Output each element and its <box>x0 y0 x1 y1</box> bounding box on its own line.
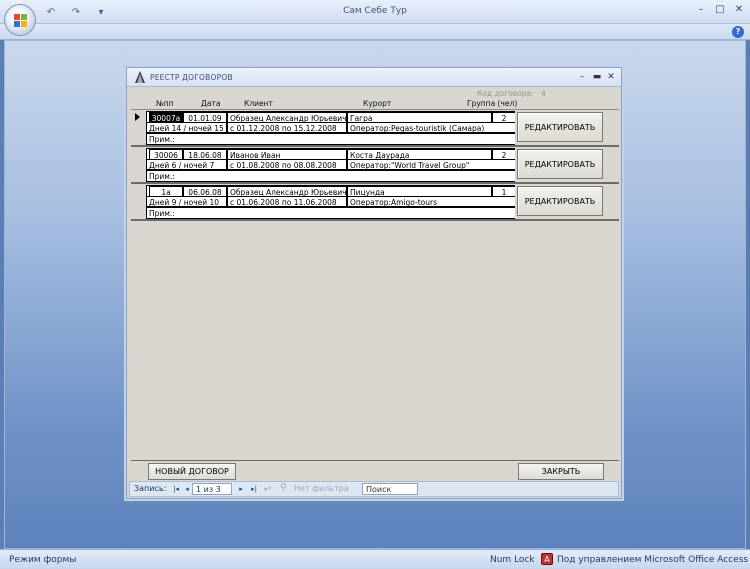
record-note-field[interactable]: Прим.: <box>146 170 515 181</box>
record-selector[interactable] <box>131 184 145 219</box>
current-record-arrow-icon <box>135 113 140 121</box>
column-header-num: №пп <box>156 99 174 108</box>
record-duration-field[interactable]: Дней 6 / ночей 7 <box>146 159 227 170</box>
status-access: Под управлением Microsoft Office Access <box>557 555 749 565</box>
filter-icon: ⚲ <box>280 483 287 493</box>
new-record-button[interactable]: ▸* <box>263 484 273 495</box>
app-maximize-button[interactable]: □ <box>713 3 727 17</box>
form-titlebar: РЕЕСТР ДОГОВОРОВ – ▬ ✕ <box>127 68 621 87</box>
ribbon-strip: ? <box>0 24 750 40</box>
record-period-field[interactable]: с 01.08.2008 по 08.08.2008 <box>227 159 347 170</box>
record-operator-field[interactable]: Оператор:Amigo-tours <box>347 196 515 207</box>
contracts-registry-form: РЕЕСТР ДОГОВОРОВ – ▬ ✕ Код договора: 4 №… <box>126 67 622 499</box>
record-duration-field[interactable]: Дней 14 / ночей 15 <box>146 122 227 133</box>
column-header-resort: Курорт <box>363 99 392 108</box>
records-list: 30007а 01.01.09 Образец Александр Юрьеви… <box>131 109 619 460</box>
access-icon: A <box>541 553 553 565</box>
record-details: 30006 18.06.08 Иванов Иван Коста Даурада… <box>146 148 515 182</box>
record-details: 30007а 01.01.09 Образец Александр Юрьеви… <box>146 111 515 145</box>
status-bar: Режим формы Num Lock A Под управлением M… <box>0 549 750 569</box>
record-period-field[interactable]: с 01.12.2008 по 15.12.2008 <box>227 122 347 133</box>
form-footer: НОВЫЙ ДОГОВОР ЗАКРЫТЬ <box>131 460 619 480</box>
record-selector[interactable] <box>131 147 145 182</box>
contract-code-value: 4 <box>541 89 546 98</box>
close-form-button[interactable]: ЗАКРЫТЬ <box>518 463 604 480</box>
record-row: 30006 18.06.08 Иванов Иван Коста Даурада… <box>131 147 619 184</box>
form-maximize-button[interactable]: ▬ <box>592 71 602 83</box>
filter-toggle[interactable]: Нет фильтра <box>294 484 349 493</box>
app-close-button[interactable]: ✕ <box>732 3 746 17</box>
next-record-button[interactable]: ▸ <box>236 484 246 495</box>
record-note-field[interactable]: Прим.: <box>146 133 515 144</box>
record-operator-field[interactable]: Оператор:"World Travel Group" <box>347 159 515 170</box>
current-record-field[interactable]: 1 из 3 <box>192 483 232 495</box>
app-minimize-button[interactable]: – <box>694 3 708 17</box>
first-record-button[interactable]: |◂ <box>171 484 181 495</box>
record-operator-field[interactable]: Оператор:Pegas-touristik (Самара) <box>347 122 515 133</box>
app-titlebar: ↶ ↷ ▾ Сам Себе Тур – □ ✕ <box>0 0 750 24</box>
edit-record-button[interactable]: РЕДАКТИРОВАТЬ <box>517 186 603 216</box>
record-note-field[interactable]: Прим.: <box>146 207 515 218</box>
record-row: 30007а 01.01.09 Образец Александр Юрьеви… <box>131 110 619 147</box>
new-contract-button[interactable]: НОВЫЙ ДОГОВОР <box>148 463 236 480</box>
record-duration-field[interactable]: Дней 9 / ночей 10 <box>146 196 227 207</box>
help-icon[interactable]: ? <box>732 26 744 38</box>
search-input[interactable]: Поиск <box>362 483 418 495</box>
record-selector[interactable] <box>131 110 145 145</box>
navigator-label: Запись: <box>134 484 167 493</box>
column-header-date: Дата <box>201 99 221 108</box>
office-button[interactable] <box>4 4 36 36</box>
form-minimize-button[interactable]: – <box>577 71 587 83</box>
column-header-group: Группа (чел) <box>467 99 518 108</box>
office-logo-icon <box>14 14 28 28</box>
form-title: РЕЕСТР ДОГОВОРОВ <box>150 73 233 82</box>
prev-record-button[interactable]: ◂ <box>182 484 192 495</box>
form-icon <box>135 71 145 83</box>
column-header-client: Клиент <box>244 99 273 108</box>
record-period-field[interactable]: с 01.06.2008 по 11.06.2008 <box>227 196 347 207</box>
last-record-button[interactable]: ▸| <box>249 484 259 495</box>
record-details: 1а 06.06.08 Образец Александр Юрьевич Пи… <box>146 185 515 219</box>
status-mode: Режим формы <box>9 555 77 565</box>
edit-record-button[interactable]: РЕДАКТИРОВАТЬ <box>517 112 603 142</box>
contract-code-label: Код договора: <box>477 89 534 98</box>
form-close-button[interactable]: ✕ <box>606 71 616 83</box>
edit-record-button[interactable]: РЕДАКТИРОВАТЬ <box>517 149 603 179</box>
record-row: 1а 06.06.08 Образец Александр Юрьевич Пи… <box>131 184 619 221</box>
status-numlock: Num Lock <box>490 555 535 565</box>
record-navigator: Запись: |◂ ◂ 1 из 3 ▸ ▸| ▸* ⚲ Нет фильтр… <box>129 481 619 497</box>
app-title: Сам Себе Тур <box>343 6 407 16</box>
